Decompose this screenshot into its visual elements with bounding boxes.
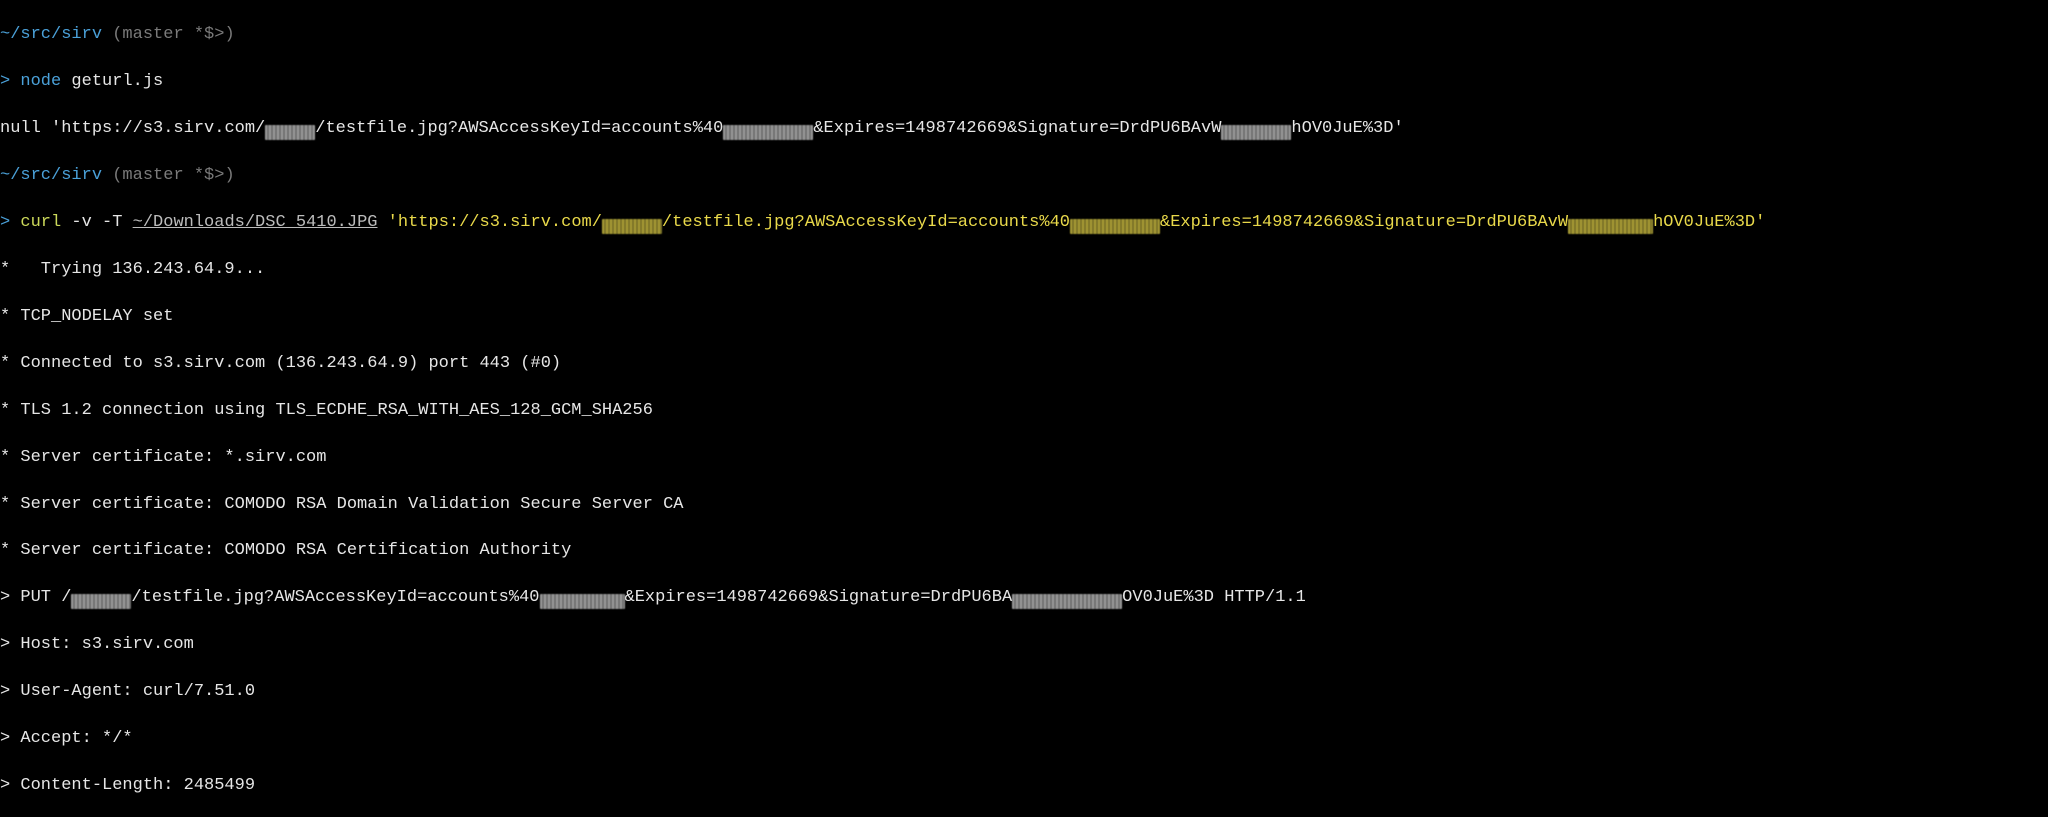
redacted-sig xyxy=(1568,219,1653,234)
curl-output: * TLS 1.2 connection using TLS_ECDHE_RSA… xyxy=(0,399,2048,422)
prompt-symbol: > xyxy=(0,72,20,91)
redacted-path xyxy=(71,594,131,609)
prompt-branch: (master *$>) xyxy=(102,166,235,185)
curl-output: * TCP_NODELAY set xyxy=(0,305,2048,328)
url-part: https://s3.sirv.com/ xyxy=(61,119,265,138)
prompt-line-1: ~/src/sirv (master *$>) xyxy=(0,164,2048,187)
command-arg: geturl.js xyxy=(61,72,163,91)
url-part: /testfile.jpg?AWSAccessKeyId=accounts%40 xyxy=(315,119,723,138)
redacted-account xyxy=(540,594,625,609)
url-part: hOV0JuE%3D' xyxy=(1291,119,1403,138)
url-part: &Expires=1498742669&Signature=DrdPU6BAvW xyxy=(1160,213,1568,232)
prompt-line-0: ~/src/sirv (master *$>) xyxy=(0,23,2048,46)
command-curl: curl xyxy=(20,213,61,232)
curl-output: * Server certificate: *.sirv.com xyxy=(0,446,2048,469)
prompt-branch: (master *$>) xyxy=(102,25,235,44)
put-text: > PUT / xyxy=(0,588,71,607)
redacted-account xyxy=(723,125,813,140)
prompt-path: ~/src/sirv xyxy=(0,25,102,44)
url-part: /testfile.jpg?AWSAccessKeyId=accounts%40 xyxy=(662,213,1070,232)
redacted-path xyxy=(602,219,662,234)
curl-output: * Server certificate: COMODO RSA Certifi… xyxy=(0,539,2048,562)
prompt-symbol: > xyxy=(0,213,20,232)
curl-output: * Connected to s3.sirv.com (136.243.64.9… xyxy=(0,352,2048,375)
command-line-1: > node geturl.js xyxy=(0,70,2048,93)
put-text: OV0JuE%3D HTTP/1.1 xyxy=(1122,588,1306,607)
url-part: 'https://s3.sirv.com/ xyxy=(377,213,601,232)
curl-output: > Accept: */* xyxy=(0,727,2048,750)
flags: -v -T xyxy=(61,213,132,232)
curl-output: * Server certificate: COMODO RSA Domain … xyxy=(0,493,2048,516)
redacted-sig xyxy=(1012,594,1122,609)
url-part: &Expires=1498742669&Signature=DrdPU6BAvW xyxy=(813,119,1221,138)
curl-put-line: > PUT / /testfile.jpg?AWSAccessKeyId=acco… xyxy=(0,586,2048,609)
command-line-2: > curl -v -T ~/Downloads/DSC_5410.JPG 'h… xyxy=(0,211,2048,234)
prompt-path: ~/src/sirv xyxy=(0,166,102,185)
output-node-url: null 'https://s3.sirv.com/ /testfile.jpg?… xyxy=(0,117,2048,140)
redacted-sig xyxy=(1221,125,1291,140)
command-node: node xyxy=(20,72,61,91)
redacted-path xyxy=(265,125,315,140)
curl-output: * Trying 136.243.64.9... xyxy=(0,258,2048,281)
curl-output: > Content-Length: 2485499 xyxy=(0,774,2048,797)
terminal[interactable]: ~/src/sirv (master *$>) > node geturl.js… xyxy=(0,0,2048,817)
curl-output: > Host: s3.sirv.com xyxy=(0,633,2048,656)
curl-output: > User-Agent: curl/7.51.0 xyxy=(0,680,2048,703)
url-part: hOV0JuE%3D' xyxy=(1653,213,1765,232)
put-text: &Expires=1498742669&Signature=DrdPU6BA xyxy=(625,588,1013,607)
put-text: /testfile.jpg?AWSAccessKeyId=accounts%40 xyxy=(131,588,539,607)
output-text: null ' xyxy=(0,119,61,138)
upload-file: ~/Downloads/DSC_5410.JPG xyxy=(133,213,378,232)
redacted-account xyxy=(1070,219,1160,234)
